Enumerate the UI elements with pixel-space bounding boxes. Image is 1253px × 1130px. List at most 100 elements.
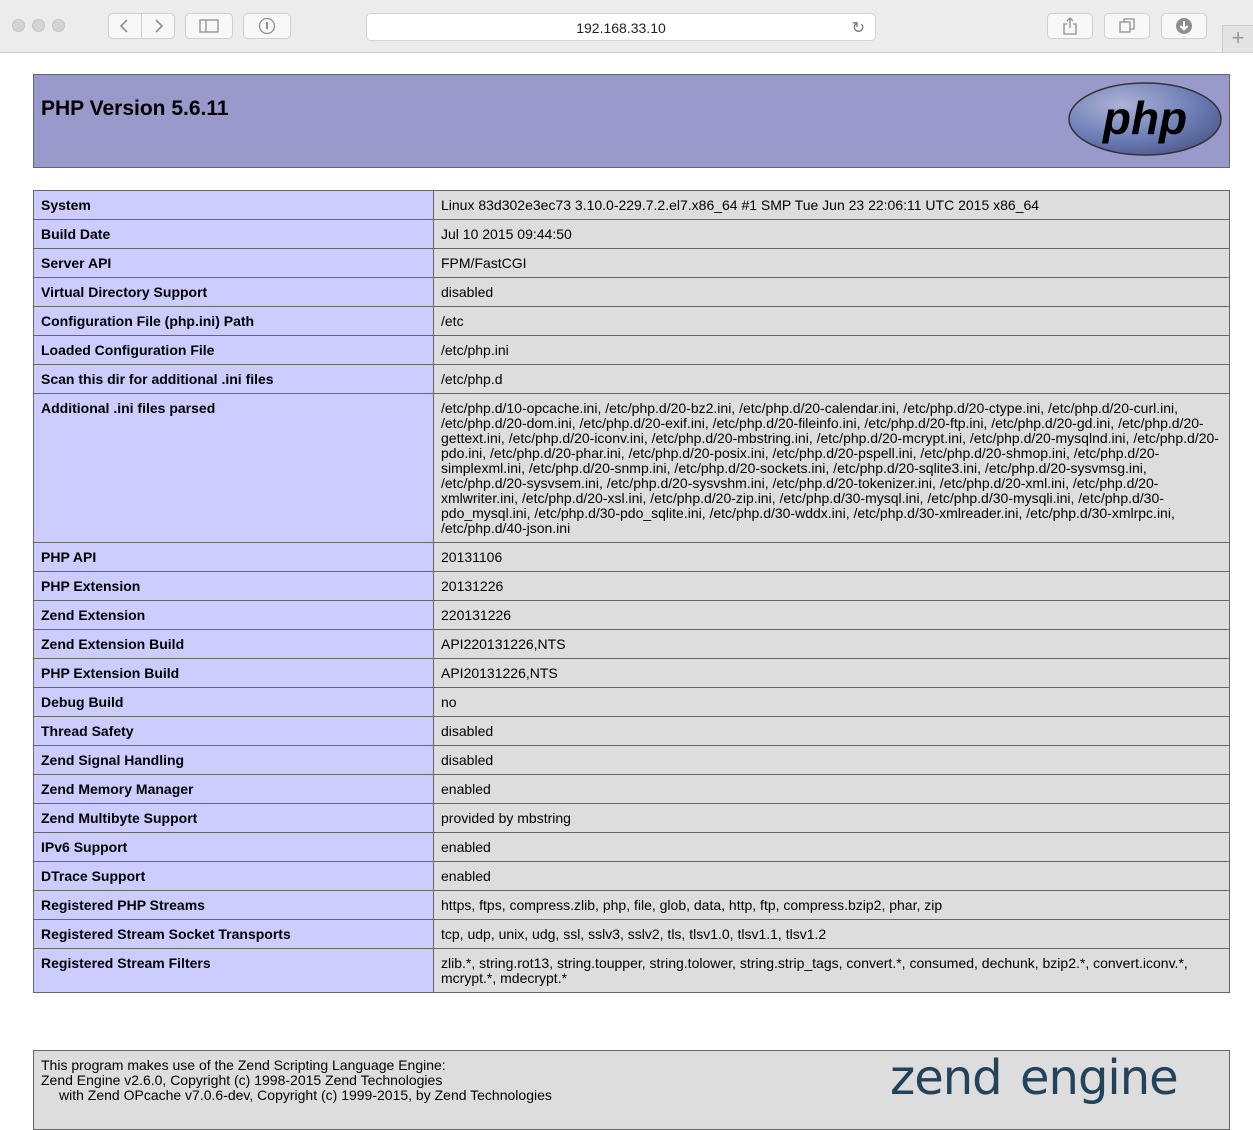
tabs-button[interactable] <box>1104 13 1150 39</box>
table-row: Zend Multibyte Support provided by mbstri… <box>33 803 1230 833</box>
row-value: FPM/FastCGI <box>433 248 1230 278</box>
table-row: Registered PHP Streams https, ftps, compr… <box>33 890 1230 920</box>
row-value: /etc <box>433 306 1230 336</box>
table-row: Zend Extension Build API220131226,NTS <box>33 629 1230 659</box>
table-row: Zend Memory Manager enabled <box>33 774 1230 804</box>
row-value: Linux 83d302e3ec73 3.10.0-229.7.2.el7.x8… <box>433 190 1230 220</box>
row-key: Virtual Directory Support <box>33 277 434 307</box>
minimize-window-icon[interactable] <box>32 19 45 32</box>
table-row: System Linux 83d302e3ec73 3.10.0-229.7.2.… <box>33 190 1230 220</box>
tabs-icon <box>1119 18 1135 33</box>
row-value: no <box>433 687 1230 717</box>
row-key: Zend Memory Manager <box>33 774 434 804</box>
row-value: 220131226 <box>433 600 1230 630</box>
table-row: IPv6 Support enabled <box>33 832 1230 862</box>
row-value: 20131106 <box>433 542 1230 572</box>
forward-button[interactable] <box>141 13 175 39</box>
row-key: Registered Stream Socket Transports <box>33 919 434 949</box>
credit-line: Zend Engine v2.6.0, Copyright (c) 1998-2… <box>41 1072 443 1088</box>
back-button[interactable] <box>108 13 142 39</box>
row-value: API20131226,NTS <box>433 658 1230 688</box>
row-value: /etc/php.d/10-opcache.ini, /etc/php.d/20… <box>433 393 1230 543</box>
sidebar-icon <box>199 19 219 33</box>
svg-text:engine: engine <box>1020 1054 1178 1106</box>
table-row: Zend Extension 220131226 <box>33 600 1230 630</box>
row-value: Jul 10 2015 09:44:50 <box>433 219 1230 249</box>
share-button[interactable] <box>1047 13 1093 39</box>
row-key: PHP API <box>33 542 434 572</box>
table-row: Configuration File (php.ini) Path/etc <box>33 306 1230 336</box>
table-row: Server API FPM/FastCGI <box>33 248 1230 278</box>
page-title: PHP Version 5.6.11 <box>41 97 229 120</box>
php-info-table: System Linux 83d302e3ec73 3.10.0-229.7.2.… <box>33 190 1230 993</box>
row-value: https, ftps, compress.zlib, php, file, g… <box>433 890 1230 920</box>
table-row: Registered Stream Socket Transports tcp, … <box>33 919 1230 949</box>
row-key: Additional .ini files parsed <box>33 393 434 543</box>
table-row: Thread Safety disabled <box>33 716 1230 746</box>
table-row: DTrace Support enabled <box>33 861 1230 891</box>
row-key: Configuration File (php.ini) Path <box>33 306 434 336</box>
zend-footer: This program makes use of the Zend Scrip… <box>33 1050 1230 1130</box>
row-key: Zend Signal Handling <box>33 745 434 775</box>
row-key: PHP Extension Build <box>33 658 434 688</box>
url-text: 192.168.33.10 <box>576 20 666 36</box>
row-key: Zend Multibyte Support <box>33 803 434 833</box>
close-window-icon[interactable] <box>12 19 25 32</box>
table-row: Debug Build no <box>33 687 1230 717</box>
reader-button[interactable] <box>243 13 291 39</box>
row-key: Registered PHP Streams <box>33 890 434 920</box>
row-key: IPv6 Support <box>33 832 434 862</box>
php-version-header: PHP Version 5.6.11 php <box>33 74 1230 168</box>
table-row: Registered Stream Filters zlib.*, string.… <box>33 948 1230 993</box>
row-key: Thread Safety <box>33 716 434 746</box>
credit-line: with Zend OPcache v7.0.6-dev, Copyright … <box>59 1087 552 1103</box>
row-key: Zend Extension <box>33 600 434 630</box>
row-key: DTrace Support <box>33 861 434 891</box>
table-row: Virtual Directory Support disabled <box>33 277 1230 307</box>
downloads-button[interactable] <box>1161 13 1207 39</box>
table-row: PHP Extension Build API20131226,NTS <box>33 658 1230 688</box>
zend-credits: This program makes use of the Zend Scrip… <box>41 1058 552 1103</box>
row-value: enabled <box>433 774 1230 804</box>
new-tab-button[interactable]: + <box>1222 25 1253 52</box>
row-value: API220131226,NTS <box>433 629 1230 659</box>
svg-text:php: php <box>1101 92 1187 144</box>
chevron-right-icon <box>155 19 164 33</box>
browser-toolbar: 192.168.33.10 ↻ + <box>0 0 1253 53</box>
row-key: System <box>33 190 434 220</box>
credit-line: This program makes use of the Zend Scrip… <box>41 1057 446 1073</box>
table-row: PHP Extension 20131226 <box>33 571 1230 601</box>
table-row: Scan this dir for additional .ini files /… <box>33 364 1230 394</box>
row-value: enabled <box>433 832 1230 862</box>
row-value: enabled <box>433 861 1230 891</box>
row-key: Loaded Configuration File <box>33 335 434 365</box>
row-key: PHP Extension <box>33 571 434 601</box>
zoom-window-icon[interactable] <box>52 19 65 32</box>
row-value: tcp, udp, unix, udg, ssl, sslv3, sslv2, … <box>433 919 1230 949</box>
row-value: 20131226 <box>433 571 1230 601</box>
chevron-left-icon <box>119 19 128 33</box>
table-row: Loaded Configuration File/etc/php.ini <box>33 335 1230 365</box>
row-key: Scan this dir for additional .ini files <box>33 364 434 394</box>
row-value: /etc/php.d <box>433 364 1230 394</box>
info-icon <box>258 17 276 35</box>
sidebar-button[interactable] <box>185 13 233 39</box>
row-key: Zend Extension Build <box>33 629 434 659</box>
table-row: PHP API 20131106 <box>33 542 1230 572</box>
row-key: Build Date <box>33 219 434 249</box>
share-icon <box>1063 17 1077 35</box>
php-logo-icon[interactable]: php <box>1067 81 1223 157</box>
address-bar[interactable]: 192.168.33.10 ↻ <box>366 13 876 41</box>
download-icon <box>1176 18 1192 34</box>
table-row: Zend Signal Handling disabled <box>33 745 1230 775</box>
row-value: disabled <box>433 745 1230 775</box>
svg-text:zend: zend <box>890 1054 1002 1106</box>
zend-engine-logo-icon[interactable]: zend engine <box>890 1054 1220 1110</box>
row-value: /etc/php.ini <box>433 335 1230 365</box>
row-key: Debug Build <box>33 687 434 717</box>
row-key: Registered Stream Filters <box>33 948 434 993</box>
row-value: disabled <box>433 277 1230 307</box>
table-row: Build Date Jul 10 2015 09:44:50 <box>33 219 1230 249</box>
row-value: disabled <box>433 716 1230 746</box>
reload-icon[interactable]: ↻ <box>852 18 865 38</box>
